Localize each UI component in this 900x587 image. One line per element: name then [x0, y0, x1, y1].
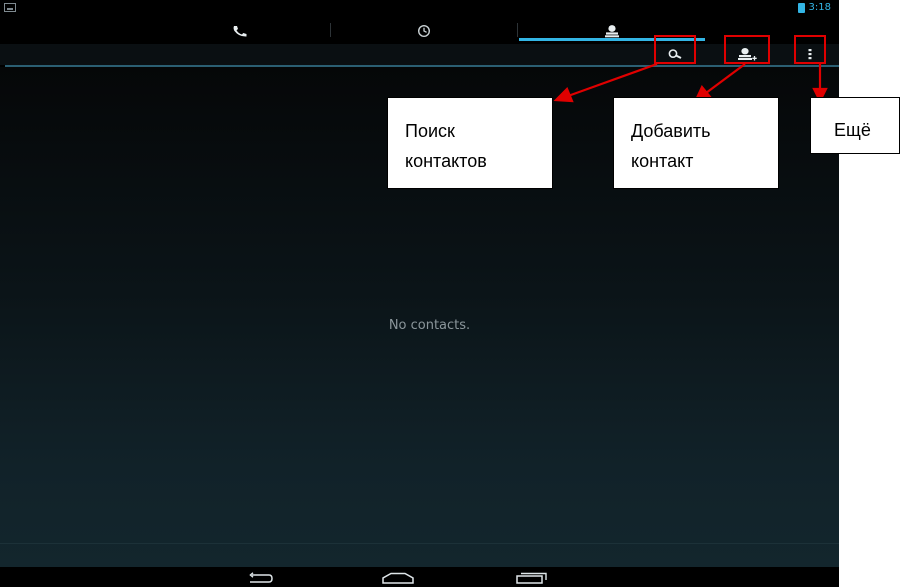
tab-bar	[0, 17, 839, 44]
search-highlight-box	[654, 35, 696, 64]
action-bar	[0, 44, 839, 65]
android-screen: 3:18 No contacts.	[0, 0, 839, 587]
screenshot-notification-icon	[4, 3, 16, 12]
contacts-icon	[605, 24, 619, 37]
add-contact-callout: Добавить контакт	[613, 97, 779, 189]
home-icon	[382, 572, 414, 584]
navigation-bar	[0, 567, 839, 587]
nav-home-button[interactable]	[378, 570, 418, 586]
status-time: 3:18	[808, 2, 831, 13]
nav-recent-apps-button[interactable]	[512, 570, 552, 586]
status-bar: 3:18	[0, 0, 839, 17]
tab-separator	[517, 23, 518, 37]
recent-apps-icon	[516, 572, 547, 584]
phone-icon	[233, 25, 247, 37]
tab-phone[interactable]	[150, 17, 330, 44]
more-highlight-box	[794, 35, 826, 64]
status-right: 3:18	[797, 2, 831, 13]
nav-back-button[interactable]	[244, 570, 278, 586]
search-callout-line1: Поиск	[405, 121, 455, 141]
battery-icon	[797, 2, 805, 13]
more-callout-line1: Ещё	[834, 120, 871, 140]
back-icon	[249, 572, 273, 583]
content-divider	[0, 543, 839, 544]
search-callout-line2: контактов	[405, 151, 487, 171]
more-callout: Ещё	[810, 97, 900, 154]
clock-icon	[417, 24, 431, 37]
tab-call-log[interactable]	[331, 17, 517, 44]
add-contact-callout-line1: Добавить	[631, 121, 711, 141]
add-contact-highlight-box	[724, 35, 770, 64]
search-callout: Поиск контактов	[387, 97, 553, 189]
empty-state-text: No contacts.	[388, 318, 471, 333]
add-contact-callout-line2: контакт	[631, 151, 694, 171]
